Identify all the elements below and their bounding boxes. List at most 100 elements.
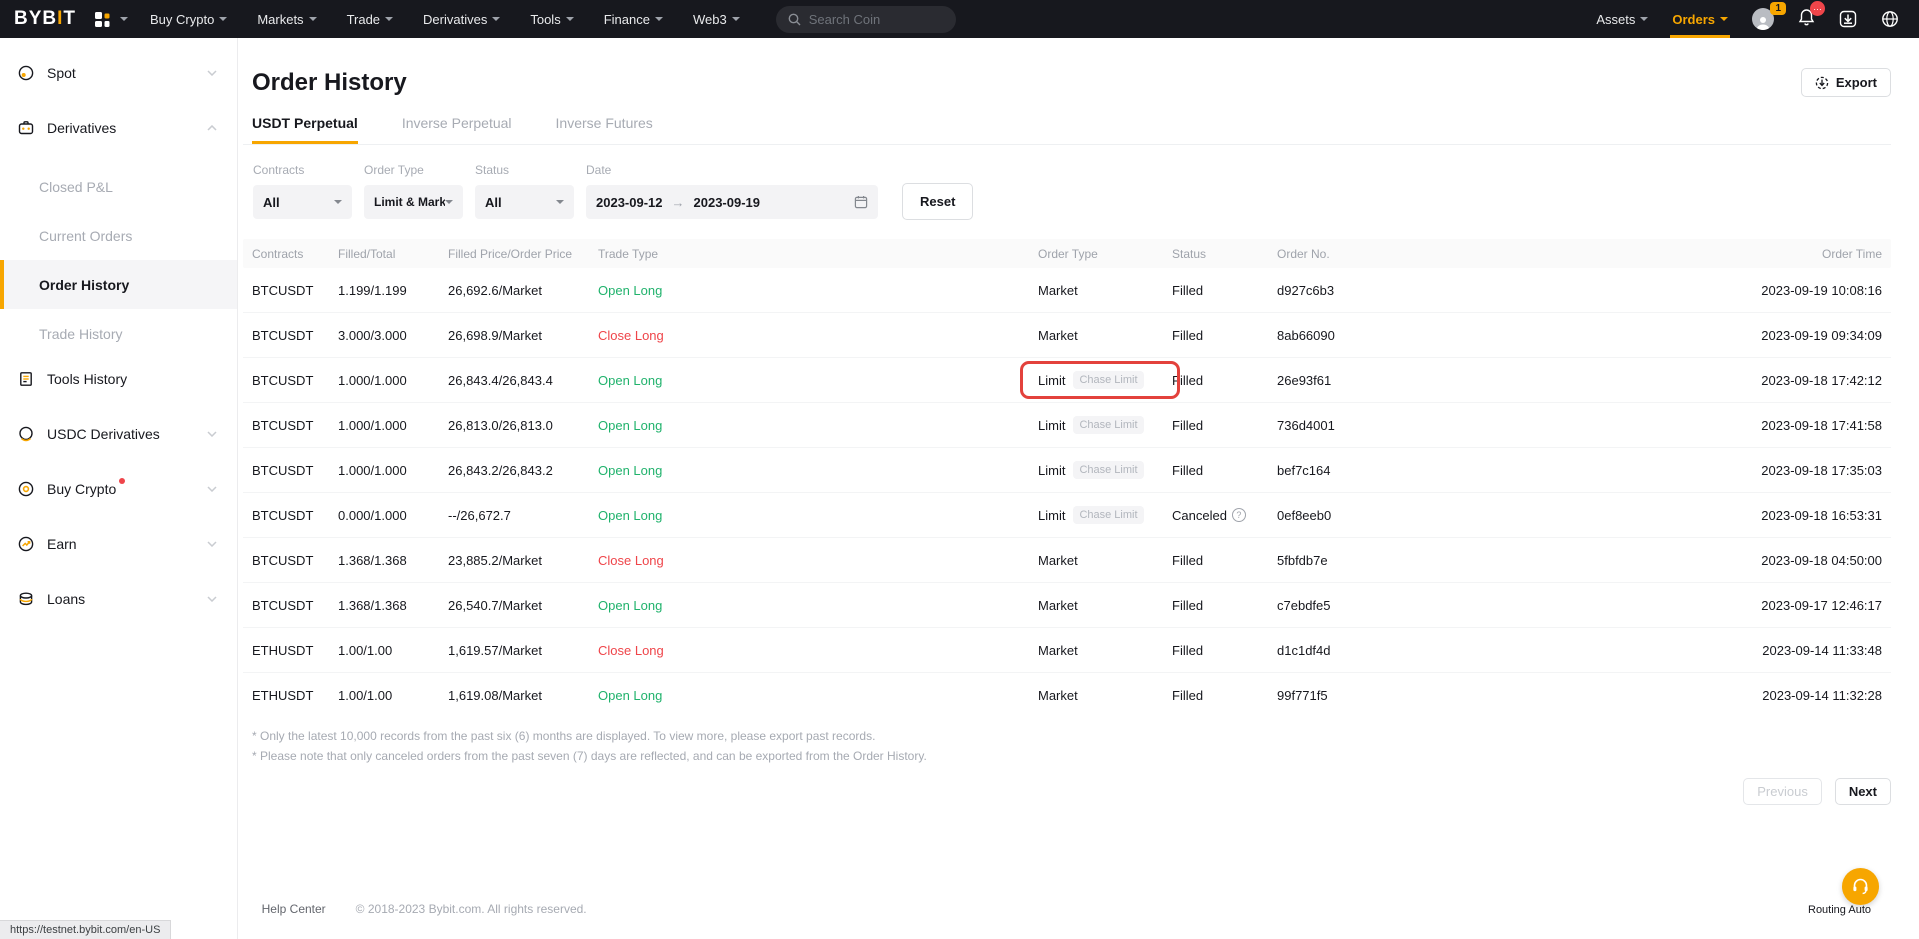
chevron-down-icon <box>732 17 740 21</box>
chevron-down-icon <box>334 200 342 204</box>
sidebar-item-trade-history[interactable]: Trade History <box>0 309 237 358</box>
menu-web3[interactable]: Web3 <box>693 12 740 27</box>
spot-icon <box>17 64 35 82</box>
export-button[interactable]: Export <box>1801 68 1891 97</box>
table-row: ETHUSDT 1.00/1.00 1,619.08/Market Open L… <box>243 673 1891 718</box>
tab-inverse-futures[interactable]: Inverse Futures <box>556 115 653 144</box>
date-filter-label: Date <box>586 163 878 177</box>
menu-tools[interactable]: Tools <box>530 12 573 27</box>
assets-menu[interactable]: Assets <box>1596 0 1648 38</box>
previous-page-button[interactable]: Previous <box>1743 778 1822 805</box>
cell-price: 1,619.08/Market <box>448 688 598 703</box>
sidebar-item-order-history[interactable]: Order History <box>0 260 237 309</box>
cell-filled: 1.199/1.199 <box>338 283 448 298</box>
sidebar-item-spot[interactable]: Spot <box>0 52 237 94</box>
cell-order-type: Market <box>1038 643 1172 658</box>
sidebar-item-closed-pnl[interactable]: Closed P&L <box>0 162 237 211</box>
logo-text: BYB <box>14 8 57 30</box>
user-avatar[interactable]: 1 <box>1752 8 1774 30</box>
table-row: ETHUSDT 1.00/1.00 1,619.57/Market Close … <box>243 628 1891 673</box>
notifications-button[interactable]: … <box>1798 8 1815 31</box>
logo-text-2: T <box>63 8 76 30</box>
question-mark-icon[interactable]: ? <box>1232 508 1246 522</box>
menu-label: Derivatives <box>423 12 487 27</box>
headset-icon <box>1851 877 1870 896</box>
status-url: https://testnet.bybit.com/en-US <box>10 924 160 936</box>
tab-inverse-perpetual[interactable]: Inverse Perpetual <box>402 115 512 144</box>
date-range-picker[interactable]: 2023-09-12 → 2023-09-19 <box>586 185 878 219</box>
support-chat-button[interactable] <box>1842 868 1879 905</box>
cell-filled: 1.368/1.368 <box>338 553 448 568</box>
table-row: BTCUSDT 3.000/3.000 26,698.9/Market Clos… <box>243 313 1891 358</box>
cell-order-time: 2023-09-14 11:32:28 <box>1652 688 1882 703</box>
pagination: Previous Next <box>243 778 1891 805</box>
sidebar-item-derivatives[interactable]: Derivatives <box>0 107 237 149</box>
chevron-down-icon <box>492 17 500 21</box>
order-type-select[interactable]: Limit & Market <box>364 185 463 219</box>
status-value: All <box>485 195 502 210</box>
search-input[interactable] <box>809 12 939 27</box>
menu-trade[interactable]: Trade <box>347 12 393 27</box>
header-status: Status <box>1172 247 1277 261</box>
menu-finance[interactable]: Finance <box>604 12 663 27</box>
sidebar-label: Loans <box>47 591 85 607</box>
cell-price: 1,619.57/Market <box>448 643 598 658</box>
cell-filled: 1.00/1.00 <box>338 688 448 703</box>
avatar-badge: 1 <box>1770 2 1786 15</box>
next-page-button[interactable]: Next <box>1835 778 1891 805</box>
sidebar-item-usdc-derivatives[interactable]: USDC Derivatives <box>0 413 237 455</box>
bybit-logo[interactable]: BYBIT <box>14 8 76 30</box>
order-type-text: Market <box>1038 283 1078 298</box>
copyright-text: © 2018-2023 Bybit.com. All rights reserv… <box>356 902 587 916</box>
sidebar-item-tools-history[interactable]: Tools History <box>0 358 237 400</box>
chase-limit-tag: Chase Limit <box>1073 416 1143 434</box>
chevron-down-icon <box>207 541 217 547</box>
language-globe-button[interactable] <box>1881 10 1899 28</box>
cell-order-time: 2023-09-18 17:42:12 <box>1652 373 1882 388</box>
sidebar-label: Spot <box>47 65 76 81</box>
cell-trade-type: Open Long <box>598 508 1038 523</box>
apps-grid-button[interactable] <box>94 11 128 28</box>
orders-menu[interactable]: Orders <box>1672 0 1728 38</box>
cell-filled: 1.00/1.00 <box>338 643 448 658</box>
contracts-select[interactable]: All <box>253 185 352 219</box>
usdc-derivatives-icon <box>17 425 35 443</box>
export-label: Export <box>1836 75 1877 90</box>
cell-filled: 1.000/1.000 <box>338 373 448 388</box>
loans-icon <box>17 590 35 608</box>
download-app-button[interactable] <box>1839 10 1857 28</box>
tab-usdt-perpetual[interactable]: USDT Perpetual <box>252 115 358 144</box>
table-row-highlighted: BTCUSDT 1.000/1.000 26,843.4/26,843.4 Op… <box>243 358 1891 403</box>
main-menu: Buy Crypto Markets Trade Derivatives Too… <box>150 12 740 27</box>
bell-badge: … <box>1810 1 1825 16</box>
cell-contracts: ETHUSDT <box>252 643 338 658</box>
menu-buy-crypto[interactable]: Buy Crypto <box>150 12 227 27</box>
cell-filled: 1.368/1.368 <box>338 598 448 613</box>
search-box[interactable] <box>776 6 956 33</box>
cell-contracts: ETHUSDT <box>252 688 338 703</box>
sidebar-item-buy-crypto[interactable]: Buy Crypto <box>0 468 237 510</box>
menu-label: Trade <box>347 12 380 27</box>
cell-order-no: 736d4001 <box>1277 418 1652 433</box>
menu-markets[interactable]: Markets <box>257 12 316 27</box>
order-type-text: Limit <box>1038 463 1065 478</box>
sidebar-label: Earn <box>47 536 77 552</box>
cell-order-type: Market <box>1038 283 1172 298</box>
footer-link-help-center[interactable]: Help Center <box>262 902 326 916</box>
sidebar-item-current-orders[interactable]: Current Orders <box>0 211 237 260</box>
chevron-down-icon <box>566 17 574 21</box>
cell-order-time: 2023-09-18 04:50:00 <box>1652 553 1882 568</box>
sidebar-item-earn[interactable]: Earn <box>0 523 237 565</box>
order-type-text: Limit <box>1038 418 1065 433</box>
tools-history-icon <box>17 370 35 388</box>
derivatives-icon <box>17 119 35 137</box>
sidebar-item-loans[interactable]: Loans <box>0 578 237 620</box>
sidebar-label: Tools History <box>47 371 127 387</box>
status-select[interactable]: All <box>475 185 574 219</box>
menu-label: Buy Crypto <box>150 12 214 27</box>
reset-button[interactable]: Reset <box>902 183 973 220</box>
menu-label: Web3 <box>693 12 727 27</box>
menu-derivatives[interactable]: Derivatives <box>423 12 500 27</box>
cell-trade-type: Open Long <box>598 283 1038 298</box>
cell-status: Filled <box>1172 688 1277 703</box>
